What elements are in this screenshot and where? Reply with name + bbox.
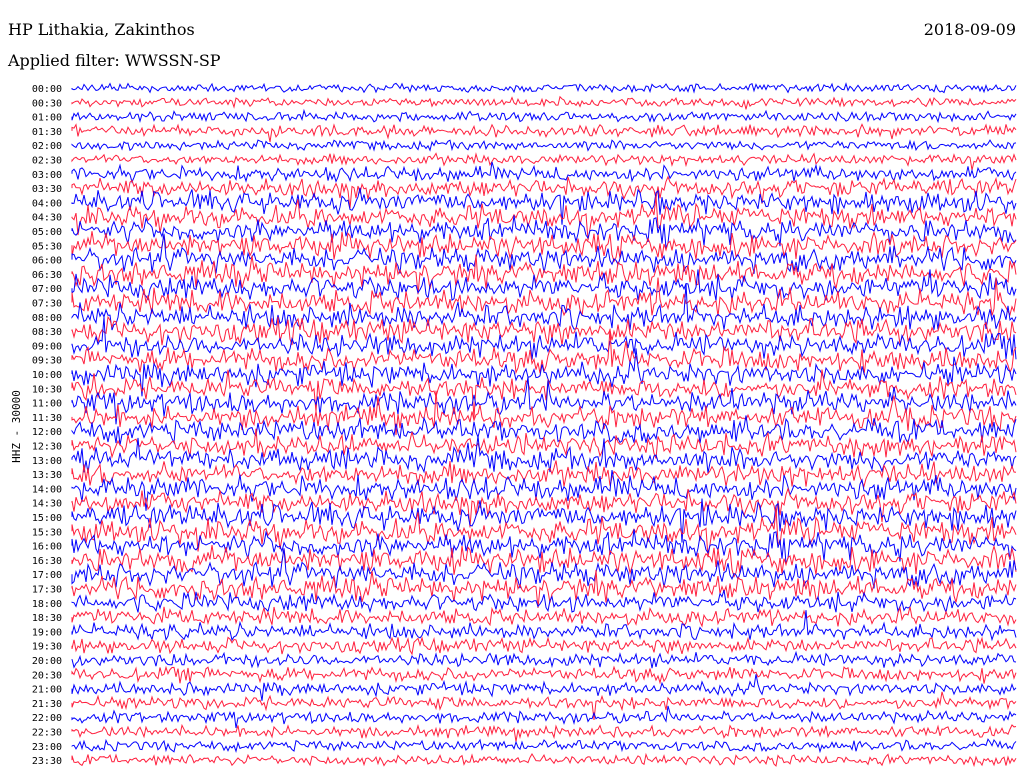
trace-line (71, 233, 1017, 274)
trace-line (71, 636, 1017, 656)
trace-line (71, 606, 1017, 628)
trace-line (71, 108, 1017, 124)
trace-line (71, 390, 1017, 436)
trace-line (71, 428, 1017, 459)
seismogram-plot: 00:00 00:30 01:00 01:30 02:00 02:30 03:00 03:30… (32, 82, 1017, 768)
trace-line (71, 161, 1017, 184)
trace-line (71, 230, 1017, 263)
row-time-label: 05:00 (32, 227, 62, 238)
trace-line (71, 752, 1017, 768)
trace-line (71, 470, 1017, 511)
row-time-label: 20:00 (32, 656, 62, 667)
row-time-label: 11:30 (32, 413, 62, 424)
row-time-label: 21:30 (32, 699, 62, 710)
row-time-label: 11:00 (32, 399, 62, 410)
trace-line (71, 139, 1017, 152)
row-time-label: 23:30 (32, 756, 62, 767)
row-time-label: 08:30 (32, 327, 62, 338)
trace-line (71, 705, 1017, 729)
row-time-label: 10:30 (32, 384, 62, 395)
trace-line (71, 738, 1017, 754)
trace-line (71, 589, 1017, 615)
row-time-label: 18:00 (32, 599, 62, 610)
trace-line (71, 415, 1017, 446)
row-time-label: 07:30 (32, 299, 62, 310)
trace-line (71, 152, 1017, 171)
row-time-label: 09:00 (32, 341, 62, 352)
row-time-label: 14:00 (32, 484, 62, 495)
row-time-label: 02:30 (32, 156, 62, 167)
trace-line (71, 460, 1017, 488)
row-time-label: 22:30 (32, 728, 62, 739)
trace-line (71, 123, 1017, 143)
row-time-label: 17:30 (32, 585, 62, 596)
row-time-label: 21:00 (32, 685, 62, 696)
row-time-label: 13:00 (32, 456, 62, 467)
row-time-label: 13:30 (32, 470, 62, 481)
row-time-label: 01:30 (32, 127, 62, 138)
row-time-label: 20:30 (32, 670, 62, 681)
trace-line (71, 95, 1017, 110)
row-time-label: 16:00 (32, 542, 62, 553)
trace-line (71, 254, 1017, 295)
row-time-label: 00:00 (32, 84, 62, 95)
row-time-label: 16:30 (32, 556, 62, 567)
row-time-label: 09:30 (32, 356, 62, 367)
row-time-label: 19:30 (32, 642, 62, 653)
row-time-label: 06:00 (32, 256, 62, 267)
row-time-label: 12:30 (32, 442, 62, 453)
trace-line (71, 498, 1017, 543)
row-time-label: 15:00 (32, 513, 62, 524)
row-time-label: 03:00 (32, 170, 62, 181)
row-time-label: 12:00 (32, 427, 62, 438)
row-time-label: 18:30 (32, 613, 62, 624)
row-time-label: 03:30 (32, 184, 62, 195)
row-time-label: 23:00 (32, 742, 62, 753)
row-time-label: 00:30 (32, 98, 62, 109)
row-time-label: 19:00 (32, 627, 62, 638)
row-time-label: 05:30 (32, 241, 62, 252)
row-time-label: 04:30 (32, 213, 62, 224)
row-time-label: 10:00 (32, 370, 62, 381)
row-time-label: 01:00 (32, 113, 62, 124)
row-time-label: 22:00 (32, 713, 62, 724)
row-time-label: 02:00 (32, 141, 62, 152)
row-time-label: 15:30 (32, 527, 62, 538)
trace-line (71, 650, 1017, 669)
row-time-label: 04:00 (32, 198, 62, 209)
row-time-label: 14:30 (32, 499, 62, 510)
trace-line (71, 277, 1017, 317)
row-time-label: 17:00 (32, 570, 62, 581)
trace-line (71, 544, 1017, 578)
row-time-label: 07:00 (32, 284, 62, 295)
trace-line (71, 328, 1017, 375)
trace-line (71, 82, 1017, 94)
row-time-label: 06:30 (32, 270, 62, 281)
row-time-label: 08:00 (32, 313, 62, 324)
